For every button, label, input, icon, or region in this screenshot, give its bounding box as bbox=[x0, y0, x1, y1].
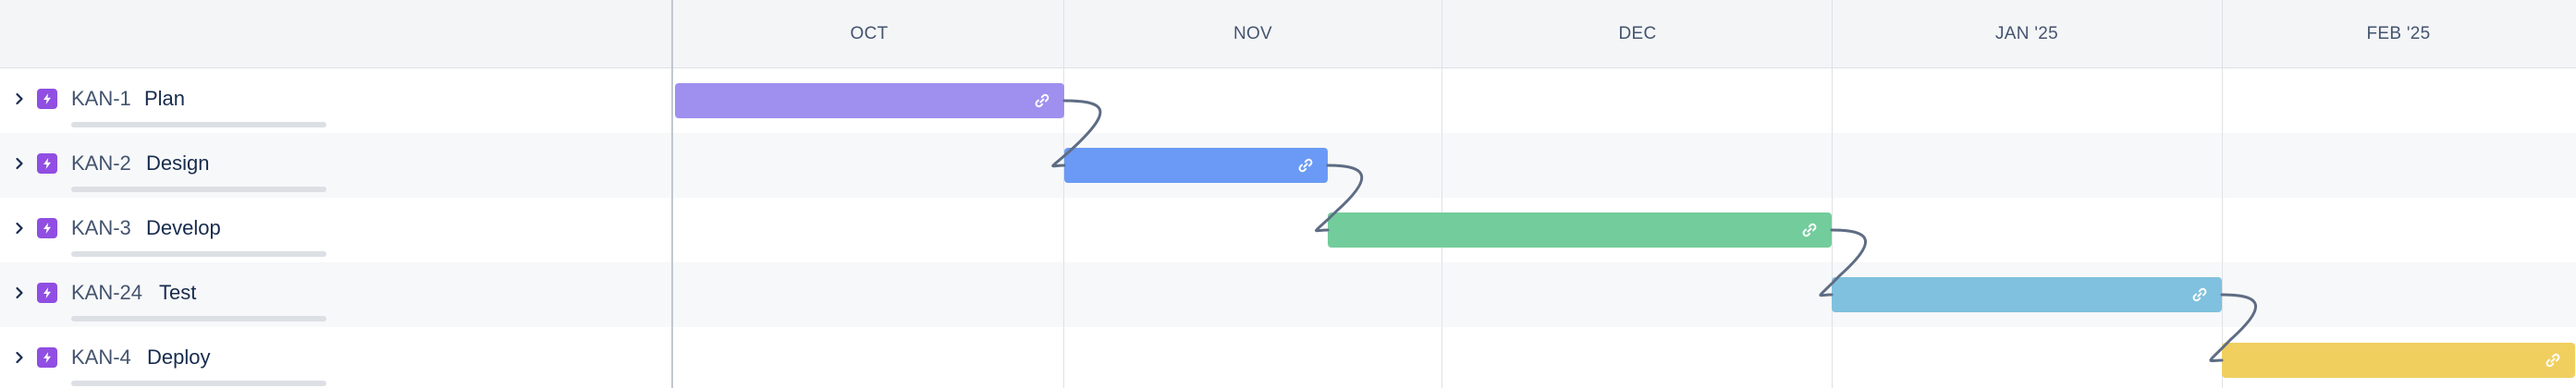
issue-row[interactable]: KAN-2 Design bbox=[0, 133, 671, 198]
month-label: NOV bbox=[1233, 24, 1273, 43]
issue-summary[interactable]: Design bbox=[146, 152, 209, 176]
progress-bar bbox=[71, 187, 326, 192]
issue-bar-deploy[interactable] bbox=[2222, 343, 2575, 378]
progress-bar bbox=[71, 381, 326, 386]
epic-lightning-icon bbox=[37, 218, 57, 238]
issue-bar-test[interactable] bbox=[1832, 277, 2222, 312]
issue-row[interactable]: KAN-3 Develop bbox=[0, 198, 671, 262]
chevron-right-icon[interactable] bbox=[11, 152, 28, 176]
epic-lightning-icon bbox=[37, 283, 57, 303]
issue-summary[interactable]: Test bbox=[159, 281, 196, 305]
timeline-view: KAN-1 Plan KAN-2 Design KAN-3 Develop KA… bbox=[0, 0, 2576, 388]
issue-bar-develop[interactable] bbox=[1328, 212, 1832, 248]
issue-summary[interactable]: Plan bbox=[144, 87, 185, 111]
link-icon[interactable] bbox=[1033, 91, 1051, 110]
progress-bar bbox=[71, 251, 326, 257]
issue-key[interactable]: KAN-4 bbox=[71, 346, 131, 370]
issue-summary[interactable]: Deploy bbox=[147, 346, 210, 370]
link-icon[interactable] bbox=[2544, 351, 2562, 370]
epic-lightning-icon bbox=[37, 153, 57, 174]
epic-lightning-icon bbox=[37, 89, 57, 109]
progress-bar bbox=[71, 122, 326, 127]
month-divider bbox=[2222, 0, 2223, 388]
month-divider bbox=[1441, 0, 1442, 388]
issue-summary[interactable]: Develop bbox=[146, 216, 221, 240]
month-divider bbox=[1063, 0, 1064, 388]
issue-list-header bbox=[0, 0, 671, 68]
issue-row[interactable]: KAN-1 Plan bbox=[0, 68, 671, 133]
month-label: FEB '25 bbox=[2366, 24, 2431, 43]
link-icon[interactable] bbox=[2190, 285, 2209, 304]
month-label: OCT bbox=[850, 24, 889, 43]
issue-key[interactable]: KAN-1 bbox=[71, 87, 131, 111]
timeline-row bbox=[673, 133, 2576, 198]
month-label: DEC bbox=[1618, 24, 1657, 43]
issue-bar-plan[interactable] bbox=[675, 83, 1064, 118]
issue-row[interactable]: KAN-4 Deploy bbox=[0, 327, 671, 388]
issue-key[interactable]: KAN-3 bbox=[71, 216, 131, 240]
chevron-right-icon[interactable] bbox=[11, 346, 28, 370]
epic-lightning-icon bbox=[37, 347, 57, 368]
month-divider bbox=[1832, 0, 1833, 388]
timeline-grid: OCT NOV DEC JAN '25 FEB '25 bbox=[673, 0, 2576, 388]
issue-row[interactable]: KAN-24 Test bbox=[0, 262, 671, 327]
issue-list-panel: KAN-1 Plan KAN-2 Design KAN-3 Develop KA… bbox=[0, 0, 673, 388]
month-label: JAN '25 bbox=[1994, 24, 2059, 43]
issue-key[interactable]: KAN-24 bbox=[71, 281, 142, 305]
progress-bar bbox=[71, 316, 326, 321]
link-icon[interactable] bbox=[1296, 156, 1315, 175]
timeline-row bbox=[673, 262, 2576, 327]
chevron-right-icon[interactable] bbox=[11, 281, 28, 305]
issue-bar-design[interactable] bbox=[1064, 148, 1328, 183]
month-header: OCT NOV DEC JAN '25 FEB '25 bbox=[673, 0, 2576, 68]
link-icon[interactable] bbox=[1800, 221, 1819, 239]
chevron-right-icon[interactable] bbox=[11, 216, 28, 240]
chevron-right-icon[interactable] bbox=[11, 87, 28, 111]
issue-key[interactable]: KAN-2 bbox=[71, 152, 131, 176]
